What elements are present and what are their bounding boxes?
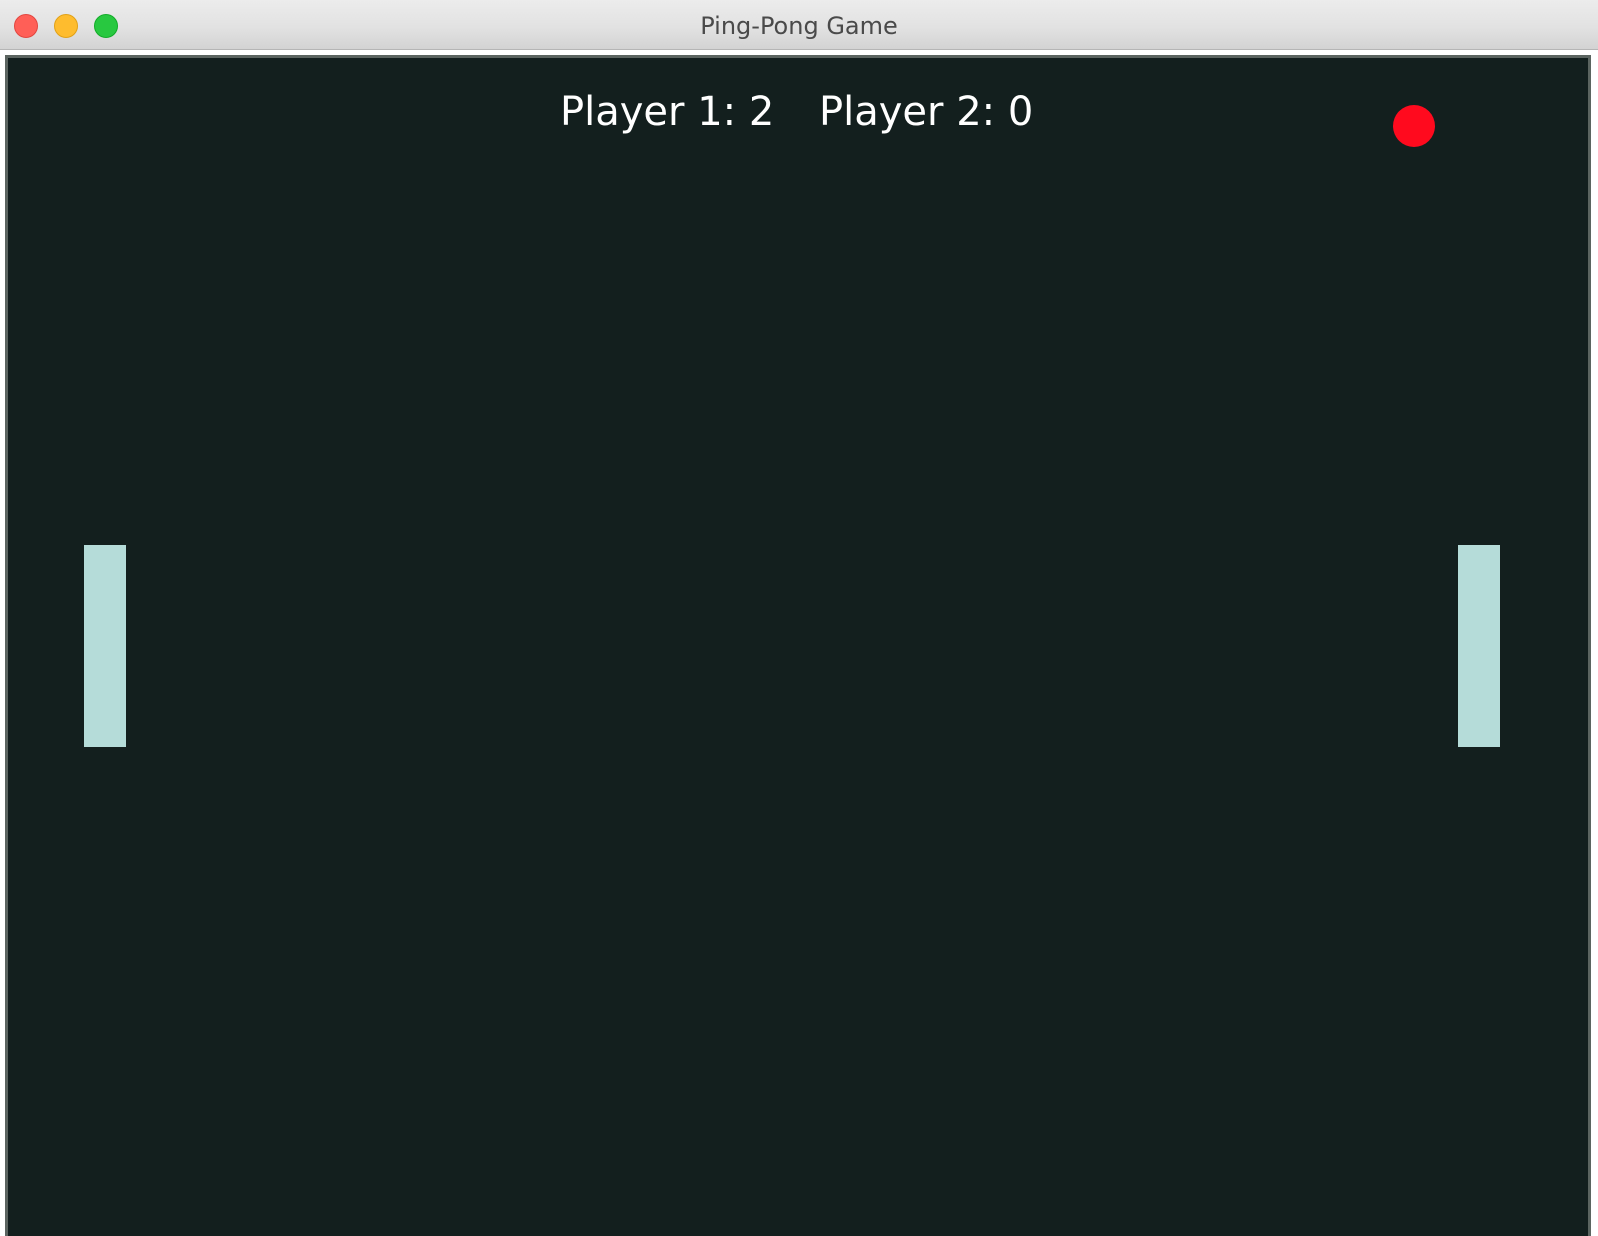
window-title: Ping-Pong Game (700, 12, 898, 40)
player2-score: Player 2: 0 (819, 89, 1034, 135)
left-paddle (84, 545, 126, 747)
right-paddle (1458, 545, 1500, 747)
player1-score: Player 1: 2 (560, 89, 775, 135)
title-bar[interactable]: Ping-Pong Game (0, 0, 1598, 50)
window-content: Player 1: 2 Player 2: 0 (0, 50, 1598, 1236)
ball (1393, 105, 1435, 147)
game-canvas[interactable]: Player 1: 2 Player 2: 0 (5, 55, 1591, 1236)
game-window: Ping-Pong Game Player 1: 2 Player 2: 0 (0, 0, 1598, 1236)
